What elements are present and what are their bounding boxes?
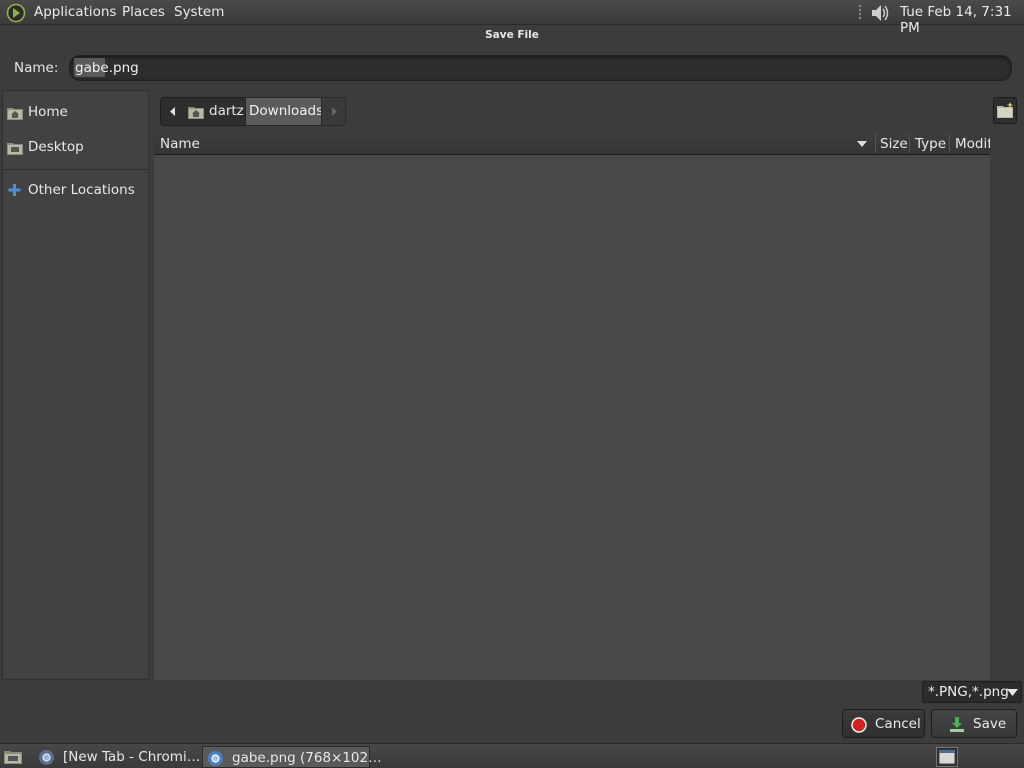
task-label: gabe.png (768×102… bbox=[232, 750, 382, 766]
sidebar-item-label: Other Locations bbox=[28, 182, 135, 198]
save-button-label: Save bbox=[973, 716, 1007, 732]
sidebar-divider bbox=[3, 169, 148, 170]
menu-system[interactable]: System bbox=[174, 4, 224, 20]
name-label: Name: bbox=[14, 60, 59, 76]
download-icon bbox=[950, 717, 964, 732]
sidebar-item-other-locations[interactable]: Other Locations bbox=[7, 181, 147, 201]
path-segment-home[interactable]: dartz bbox=[184, 97, 245, 126]
path-back-button[interactable] bbox=[160, 97, 185, 126]
filename-input[interactable] bbox=[69, 55, 1012, 81]
workspace-switcher-icon[interactable] bbox=[936, 747, 958, 767]
chromium-icon bbox=[208, 751, 223, 766]
cancel-button-label: Cancel bbox=[875, 716, 921, 732]
path-segment-label: Downloads bbox=[249, 103, 324, 119]
taskbar-task-gabe-png[interactable]: gabe.png (768×102… bbox=[202, 746, 382, 768]
column-header-type[interactable]: Type bbox=[915, 136, 946, 152]
save-button[interactable]: Save bbox=[931, 709, 1017, 738]
column-divider bbox=[909, 134, 910, 153]
plus-icon bbox=[8, 184, 21, 196]
applications-logo-icon[interactable] bbox=[6, 3, 26, 23]
cancel-button[interactable]: Cancel bbox=[842, 709, 925, 738]
sort-descending-icon[interactable] bbox=[856, 140, 868, 148]
file-type-filter-value: *.PNG,*.png bbox=[928, 684, 1009, 700]
home-folder-icon bbox=[188, 107, 204, 119]
column-header-name[interactable]: Name bbox=[160, 136, 200, 152]
home-folder-icon bbox=[7, 108, 23, 120]
new-folder-button[interactable] bbox=[993, 97, 1017, 124]
path-segment-current[interactable]: Downloads bbox=[245, 97, 324, 126]
taskbar: [New Tab - Chromi… gabe.png (768×102… bbox=[0, 743, 1024, 768]
desktop-folder-icon bbox=[7, 143, 23, 155]
menu-applications[interactable]: Applications bbox=[34, 4, 116, 20]
panel-handle-icon bbox=[858, 4, 862, 20]
column-divider bbox=[875, 134, 876, 153]
column-header-modified[interactable]: Modif bbox=[955, 136, 992, 152]
filename-value[interactable]: gabe.png bbox=[75, 60, 139, 76]
menu-places[interactable]: Places bbox=[122, 4, 165, 20]
task-label: [New Tab - Chromi… bbox=[63, 749, 201, 765]
chevron-left-icon bbox=[170, 107, 175, 116]
top-panel: Applications Places System Tue Feb 14, 7… bbox=[0, 0, 1024, 36]
column-header-size[interactable]: Size bbox=[880, 136, 908, 152]
volume-icon[interactable] bbox=[869, 3, 891, 23]
cancel-icon bbox=[851, 717, 867, 733]
path-segment-label: dartz bbox=[209, 103, 244, 119]
sidebar-item-home[interactable]: Home bbox=[7, 103, 147, 123]
sidebar-item-label: Home bbox=[28, 104, 68, 120]
places-sidebar: Home Desktop Other Locations bbox=[2, 90, 149, 680]
chromium-icon bbox=[39, 750, 54, 765]
file-list[interactable]: Name Size Type Modif bbox=[154, 132, 992, 680]
sidebar-item-label: Desktop bbox=[28, 139, 84, 155]
dialog-title: Save File bbox=[485, 29, 539, 41]
column-divider bbox=[949, 134, 950, 153]
chevron-right-icon bbox=[332, 107, 337, 116]
sidebar-item-desktop[interactable]: Desktop bbox=[7, 138, 147, 158]
path-forward-button[interactable] bbox=[321, 97, 346, 126]
show-desktop-icon[interactable] bbox=[3, 748, 23, 765]
file-list-margin bbox=[990, 132, 1022, 680]
taskbar-task-new-tab[interactable]: [New Tab - Chromi… bbox=[34, 746, 201, 768]
new-folder-icon bbox=[997, 102, 1014, 118]
file-list-header: Name Size Type Modif bbox=[154, 132, 992, 155]
